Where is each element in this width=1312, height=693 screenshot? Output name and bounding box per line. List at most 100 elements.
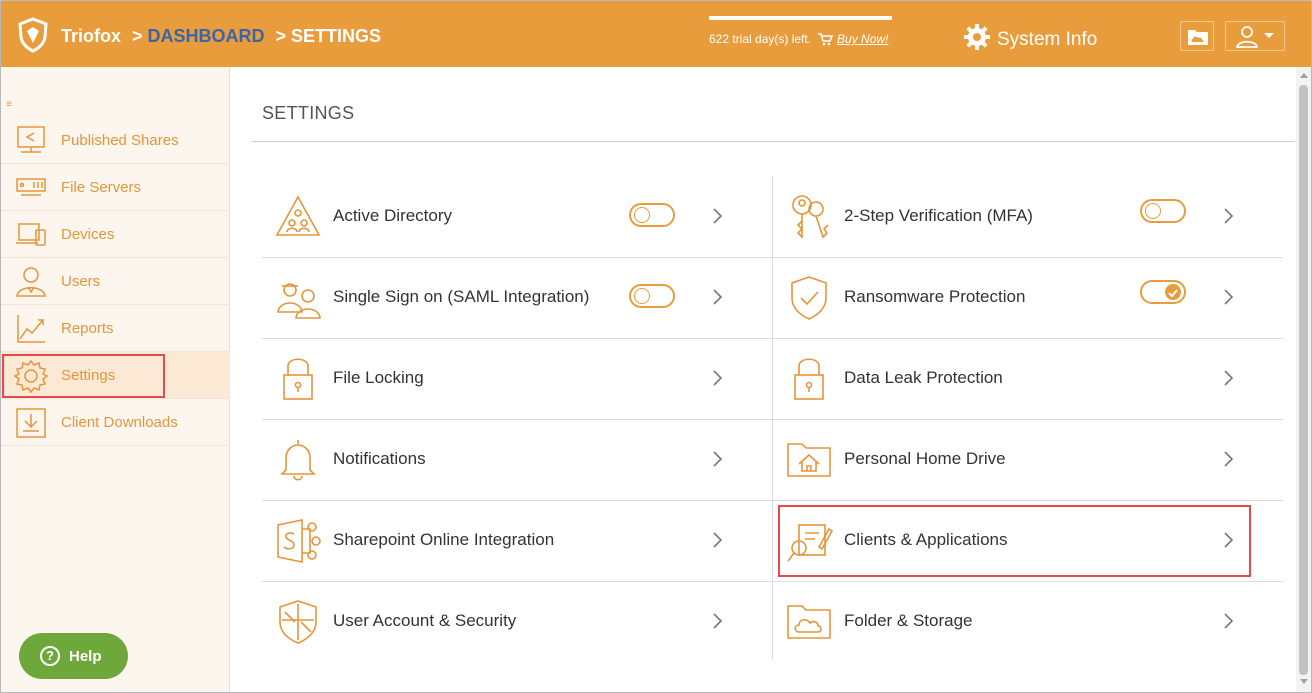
help-button[interactable]: ? Help bbox=[19, 633, 128, 679]
toggle-off-icon bbox=[634, 207, 650, 223]
sidebar-item-published-shares[interactable]: Published Shares bbox=[1, 117, 230, 164]
tile-ransomware-protection[interactable]: Ransomware Protection bbox=[773, 257, 1283, 337]
tile-user-account-security[interactable]: User Account & Security bbox=[262, 581, 772, 661]
sidebar-item-label: File Servers bbox=[61, 179, 142, 196]
cloud-folder-icon bbox=[787, 605, 831, 639]
chevron-right-icon[interactable] bbox=[1221, 207, 1235, 225]
sidebar-item-users[interactable]: Users bbox=[1, 258, 230, 305]
tile-personal-home-drive[interactable]: Personal Home Drive bbox=[773, 419, 1283, 499]
tile-label: 2-Step Verification (MFA) bbox=[844, 206, 1033, 225]
sso-toggle[interactable] bbox=[629, 284, 675, 308]
shield-check-icon bbox=[791, 276, 827, 320]
tile-single-sign-on[interactable]: Single Sign on (SAML Integration) bbox=[262, 257, 772, 337]
clients-applications-highlight-box bbox=[778, 505, 1251, 577]
tile-2-step-verification[interactable]: 2-Step Verification (MFA) bbox=[773, 176, 1283, 256]
help-icon: ? bbox=[40, 646, 60, 666]
sidebar-item-label: Reports bbox=[61, 320, 114, 337]
chevron-right-icon[interactable] bbox=[710, 531, 724, 549]
sidebar-item-client-downloads[interactable]: Client Downloads bbox=[1, 399, 230, 446]
toggle-off-icon bbox=[634, 288, 650, 304]
system-info-label: System Info bbox=[997, 29, 1098, 50]
published-shares-icon bbox=[17, 126, 45, 153]
tile-label: Notifications bbox=[333, 449, 426, 468]
check-icon bbox=[1168, 289, 1178, 298]
help-label: Help bbox=[69, 648, 102, 665]
chevron-right-icon[interactable] bbox=[1221, 288, 1235, 306]
scroll-down-icon[interactable] bbox=[1300, 679, 1308, 684]
sidebar-item-label: Devices bbox=[61, 226, 115, 243]
chevron-right-icon[interactable] bbox=[1221, 450, 1235, 468]
vertical-scrollbar[interactable] bbox=[1296, 67, 1311, 692]
tile-label: Ransomware Protection bbox=[844, 287, 1026, 306]
brand-name[interactable]: Triofox bbox=[61, 26, 121, 46]
tile-label: User Account & Security bbox=[333, 611, 517, 630]
users-icon bbox=[16, 267, 46, 297]
chevron-right-icon[interactable] bbox=[710, 612, 724, 630]
tile-label: Personal Home Drive bbox=[844, 449, 1006, 468]
tile-folder-storage[interactable]: Folder & Storage bbox=[773, 581, 1283, 661]
sidebar-item-devices[interactable]: Devices bbox=[1, 211, 230, 258]
sidebar-item-reports[interactable]: Reports bbox=[1, 305, 230, 352]
padlock-icon bbox=[283, 358, 313, 400]
user-avatar-icon bbox=[1235, 26, 1274, 48]
reports-icon bbox=[17, 315, 45, 343]
tile-label: Active Directory bbox=[333, 206, 453, 225]
padlock-icon bbox=[794, 358, 824, 400]
devices-icon bbox=[16, 223, 46, 246]
sidebar-item-file-servers[interactable]: File Servers bbox=[1, 164, 230, 211]
sidebar-item-label: Users bbox=[61, 273, 101, 290]
chevron-right-icon[interactable] bbox=[710, 450, 724, 468]
settings-highlight-box bbox=[2, 354, 165, 398]
tile-label: File Locking bbox=[333, 368, 424, 387]
tile-notifications[interactable]: Notifications bbox=[262, 419, 772, 499]
tile-label: Sharepoint Online Integration bbox=[333, 530, 555, 549]
user-menu-button[interactable] bbox=[1225, 21, 1285, 51]
scroll-up-icon[interactable] bbox=[1300, 73, 1308, 78]
breadcrumb-separator: > bbox=[275, 26, 287, 46]
shield-grid-icon bbox=[279, 600, 317, 644]
file-servers-icon bbox=[16, 178, 46, 196]
toggle-off-icon bbox=[1145, 203, 1161, 219]
sidebar-item-label: Client Downloads bbox=[61, 414, 178, 431]
buy-now-link[interactable]: Buy Now! bbox=[837, 32, 888, 46]
breadcrumb: Triofox > DASHBOARD > SETTINGS bbox=[61, 26, 381, 47]
scrollbar-thumb[interactable] bbox=[1299, 85, 1308, 675]
chevron-right-icon[interactable] bbox=[1221, 369, 1235, 387]
tile-active-directory[interactable]: Active Directory bbox=[262, 176, 772, 256]
trial-status: 622 trial day(s) left. Buy Now! bbox=[709, 32, 888, 46]
tile-sharepoint-online-integration[interactable]: Sharepoint Online Integration bbox=[262, 500, 772, 580]
cloud-folder-button[interactable] bbox=[1180, 21, 1214, 51]
chevron-right-icon[interactable] bbox=[1221, 612, 1235, 630]
active-directory-icon bbox=[275, 195, 321, 236]
bell-icon bbox=[280, 440, 316, 481]
tile-file-locking[interactable]: File Locking bbox=[262, 338, 772, 418]
tile-label: Single Sign on (SAML Integration) bbox=[333, 287, 590, 306]
chevron-right-icon[interactable] bbox=[710, 207, 724, 225]
mfa-toggle[interactable] bbox=[1140, 199, 1186, 223]
cart-icon bbox=[818, 33, 834, 46]
triofox-logo-icon[interactable] bbox=[17, 17, 49, 53]
gear-icon bbox=[964, 24, 990, 50]
page-title: SETTINGS bbox=[262, 103, 355, 123]
tile-label: Data Leak Protection bbox=[844, 368, 1003, 387]
active-directory-toggle[interactable] bbox=[629, 203, 675, 227]
keys-icon bbox=[792, 195, 829, 239]
chevron-right-icon[interactable] bbox=[710, 288, 724, 306]
ransomware-toggle[interactable] bbox=[1140, 280, 1186, 304]
collapse-sidebar-icon[interactable]: ≡ bbox=[6, 100, 12, 110]
breadcrumb-current: SETTINGS bbox=[291, 26, 382, 46]
sharepoint-icon bbox=[277, 519, 321, 563]
home-folder-icon bbox=[787, 443, 831, 477]
top-header: Triofox > DASHBOARD > SETTINGS 622 trial day… bbox=[1, 1, 1311, 67]
tile-data-leak-protection[interactable]: Data Leak Protection bbox=[773, 338, 1283, 418]
trial-progress-bar bbox=[709, 16, 892, 20]
breadcrumb-dashboard-link[interactable]: DASHBOARD bbox=[148, 26, 265, 46]
chevron-right-icon[interactable] bbox=[710, 369, 724, 387]
chevron-down-icon bbox=[1264, 33, 1274, 38]
sso-icon bbox=[277, 283, 321, 319]
breadcrumb-separator: > bbox=[132, 26, 143, 46]
tile-label: Folder & Storage bbox=[844, 611, 973, 630]
trial-days-text: 622 trial day(s) left. bbox=[709, 32, 812, 46]
system-info-button[interactable]: System Info bbox=[963, 23, 1097, 51]
client-downloads-icon bbox=[16, 408, 46, 438]
